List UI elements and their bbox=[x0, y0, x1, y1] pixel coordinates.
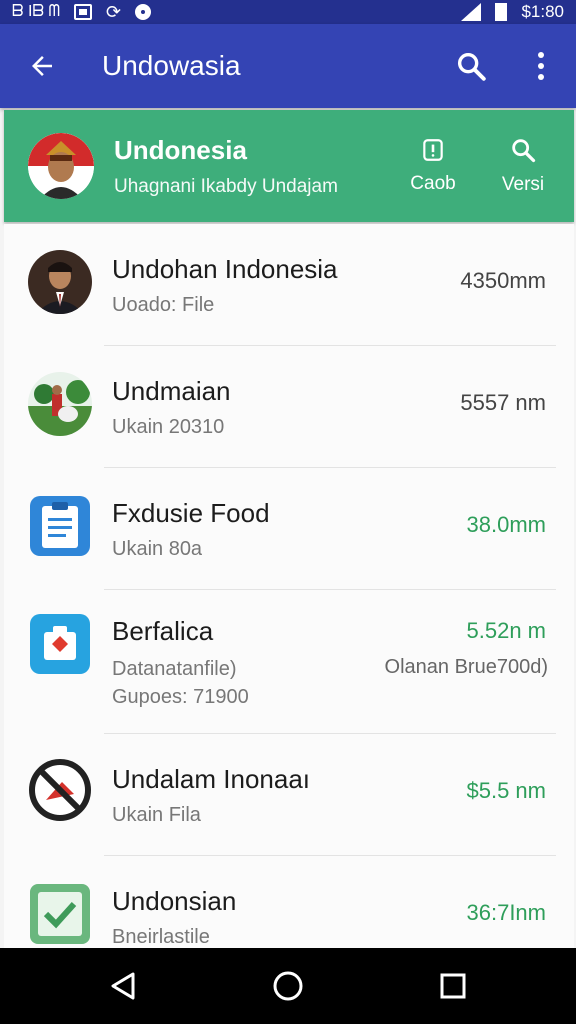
status-time: $1:80 bbox=[521, 2, 564, 21]
item-title: Undohan Indonesia bbox=[112, 254, 338, 284]
medical-bag-icon bbox=[28, 612, 92, 676]
sync-icon: ⟳ bbox=[106, 1, 122, 22]
item-value: 4350mm bbox=[460, 268, 546, 293]
header-card[interactable]: Undonesia Uhagnani Ikabdy Undajam Caob V… bbox=[4, 110, 574, 222]
status-left: ᗷ Iᗷ ᗰ ⟳ bbox=[12, 1, 152, 23]
item-subtitle: Ukain 20310 bbox=[112, 416, 225, 438]
info-icon bbox=[423, 139, 443, 161]
search-icon bbox=[457, 52, 486, 81]
status-bar: ᗷ Iᗷ ᗰ ⟳ $1:80 bbox=[0, 0, 576, 24]
nav-back-icon bbox=[111, 972, 135, 1000]
nav-recents-icon bbox=[440, 973, 466, 999]
status-right: $1:80 bbox=[461, 2, 564, 22]
search-button[interactable] bbox=[436, 24, 506, 108]
item-title: Berfalica bbox=[112, 616, 214, 646]
search-icon bbox=[512, 139, 536, 163]
app-bar: Undowasia bbox=[0, 24, 576, 108]
item-subtitle: Bneirlastile bbox=[112, 926, 210, 948]
header-avatar bbox=[28, 133, 94, 199]
prohibited-icon bbox=[28, 758, 92, 822]
item-title: Undmaian bbox=[112, 376, 231, 406]
person-avatar bbox=[28, 250, 92, 314]
item-value: 5557 nm bbox=[460, 390, 546, 415]
item-subtitle-2: Gupoes: 71900 bbox=[112, 686, 249, 708]
header-action-versi[interactable]: Versi bbox=[478, 136, 568, 196]
navigation-bar bbox=[0, 948, 576, 1024]
nav-recents-button[interactable] bbox=[423, 956, 483, 1016]
check-tile-icon bbox=[28, 882, 92, 946]
item-list: Undohan Indonesia Uoado: File 4350mm Und… bbox=[4, 224, 574, 948]
item-subtitle: Ukain Fila bbox=[112, 804, 201, 826]
item-value: 36:7Inm bbox=[466, 900, 547, 925]
list-item[interactable]: Undohan Indonesia Uoado: File 4350mm bbox=[4, 224, 574, 346]
item-subtitle: Datanatanfile) bbox=[112, 658, 237, 680]
nav-home-icon bbox=[273, 971, 303, 1001]
item-extra: Olanan Brue700d) bbox=[384, 656, 548, 678]
more-vert-icon bbox=[538, 52, 544, 80]
item-value: 38.0mm bbox=[466, 512, 546, 537]
arrow-left-icon bbox=[32, 56, 52, 76]
nav-home-button[interactable] bbox=[258, 956, 318, 1016]
photo-avatar bbox=[28, 372, 92, 436]
nav-back-button[interactable] bbox=[93, 956, 153, 1016]
item-subtitle: Uoado: File bbox=[112, 294, 215, 316]
app-title: Undowasia bbox=[102, 50, 241, 81]
header-action-label: Versi bbox=[501, 174, 545, 195]
header-text: Undonesia Uhagnani Ikabdy Undajam bbox=[114, 135, 388, 198]
header-title: Undonesia bbox=[114, 134, 247, 165]
item-title: Undalam Inonaaı bbox=[112, 764, 311, 794]
item-value: 5.52n m bbox=[466, 618, 547, 643]
signal-icon bbox=[461, 3, 482, 21]
item-value: $5.5 nm bbox=[466, 778, 547, 803]
list-item[interactable]: Undmaian Ukain 20310 5557 nm bbox=[4, 346, 574, 468]
list-item[interactable]: Berfalica Datanatanfile) Gupoes: 71900 5… bbox=[4, 590, 574, 734]
more-options-button[interactable] bbox=[506, 24, 576, 108]
notification-icon bbox=[74, 4, 92, 20]
header-action-label: Caob bbox=[410, 173, 456, 194]
battery-icon bbox=[495, 3, 508, 21]
back-button[interactable] bbox=[0, 24, 84, 108]
header-subtitle: Uhagnani Ikabdy Undajam bbox=[114, 175, 338, 197]
status-text: ᗷ Iᗷ ᗰ bbox=[12, 3, 60, 20]
list-item[interactable]: Fxdusie Food Ukain 80a 38.0mm bbox=[4, 468, 574, 590]
clipboard-icon bbox=[28, 494, 92, 558]
item-subtitle: Ukain 80a bbox=[112, 538, 203, 560]
header-action-caob[interactable]: Caob bbox=[388, 137, 478, 195]
item-title: Fxdusie Food bbox=[112, 498, 270, 528]
item-title: Undonsian bbox=[112, 886, 237, 916]
list-item[interactable]: Undonsian Bneirlastile 36:7Inm bbox=[4, 856, 574, 948]
record-icon bbox=[135, 4, 152, 20]
list-item[interactable]: Undalam Inonaaı Ukain Fila $5.5 nm bbox=[4, 734, 574, 856]
